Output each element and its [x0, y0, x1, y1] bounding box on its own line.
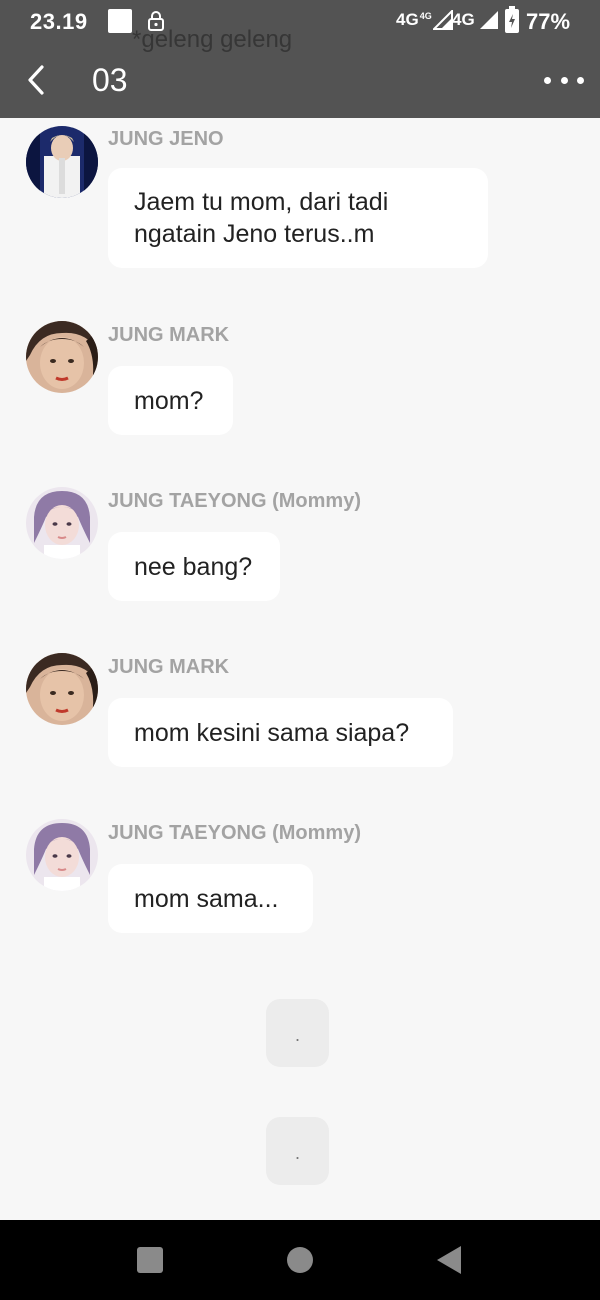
- back-triangle-icon[interactable]: [437, 1246, 461, 1274]
- chat-message: JUNG TAEYONG (Mommy) mom sama...: [0, 818, 600, 938]
- avatar-taeyong[interactable]: [26, 487, 98, 559]
- chat-title: 03: [92, 62, 128, 98]
- overlay-text: *geleng geleng: [132, 26, 293, 53]
- avatar-taeyong-image: [26, 487, 98, 559]
- chat-message: JUNG MARK mom?: [0, 320, 600, 440]
- home-circle-icon[interactable]: [287, 1247, 313, 1273]
- dot: [560, 76, 568, 84]
- narration-bubble[interactable]: .: [266, 999, 329, 1067]
- more-horizontal-icon[interactable]: [544, 72, 584, 88]
- network-type-sup: 4G: [419, 11, 432, 21]
- top-header: 23.19 4G 4G 4G 77% *geleng geleng 03: [0, 0, 600, 118]
- sender-name: JUNG TAEYONG (Mommy): [108, 490, 361, 512]
- chat-message: JUNG MARK mom kesini sama siapa?: [0, 652, 600, 772]
- message-bubble[interactable]: mom kesini sama siapa?: [108, 698, 453, 767]
- message-text: nee bang?: [134, 552, 253, 581]
- avatar-mark-image: [26, 653, 98, 725]
- avatar-taeyong-image: [26, 819, 98, 891]
- avatar-taeyong[interactable]: [26, 819, 98, 891]
- dot: [544, 76, 551, 84]
- battery-charging-icon: [505, 6, 519, 33]
- sender-name: JUNG MARK: [108, 324, 230, 346]
- recent-apps-square-icon[interactable]: [137, 1247, 163, 1273]
- avatar-mark[interactable]: [26, 321, 98, 393]
- message-bubble[interactable]: mom sama...: [108, 864, 313, 933]
- narration-text: .: [294, 1025, 300, 1045]
- signal-group-1: 4G 4G: [396, 10, 453, 30]
- network-type-label: 4G: [396, 10, 419, 29]
- system-nav-bar: [0, 1220, 600, 1300]
- chevron-left-icon[interactable]: [24, 64, 48, 96]
- narration-text: .: [294, 1143, 300, 1163]
- network-type-label: 4G: [452, 10, 475, 29]
- avatar-mark[interactable]: [26, 653, 98, 725]
- signal-icon: [479, 11, 498, 29]
- message-bubble[interactable]: Jaem tu mom, dari tadi ngatain Jeno teru…: [108, 168, 488, 268]
- chat-message: JUNG JENO Jaem tu mom, dari tadi ngatain…: [0, 118, 600, 278]
- avatar-jeno-image: [26, 126, 98, 198]
- message-bubble[interactable]: mom?: [108, 366, 233, 435]
- dot: [577, 76, 584, 84]
- sender-name: JUNG MARK: [108, 656, 230, 678]
- message-text: mom kesini sama siapa?: [134, 718, 410, 747]
- notification-square-icon: [108, 9, 132, 33]
- battery-percent: 77%: [526, 9, 571, 34]
- chat-message: JUNG TAEYONG (Mommy) nee bang?: [0, 486, 600, 606]
- message-text: Jaem tu mom, dari tadi ngatain Jeno teru…: [134, 188, 389, 248]
- sender-name: JUNG JENO: [108, 128, 224, 150]
- sender-name: JUNG TAEYONG (Mommy): [108, 822, 361, 844]
- message-text: mom sama...: [134, 884, 279, 913]
- message-text: mom?: [134, 386, 204, 415]
- message-bubble[interactable]: nee bang?: [108, 532, 280, 601]
- signal-icon: [432, 10, 453, 30]
- narration-bubble[interactable]: .: [266, 1117, 329, 1185]
- status-time: 23.19: [30, 9, 88, 34]
- signal-group-2: 4G: [452, 10, 499, 30]
- status-bar: 23.19 4G 4G 4G 77%: [0, 0, 600, 44]
- avatar-mark-image: [26, 321, 98, 393]
- avatar-jeno[interactable]: [26, 126, 98, 198]
- bolt-icon: [509, 14, 515, 28]
